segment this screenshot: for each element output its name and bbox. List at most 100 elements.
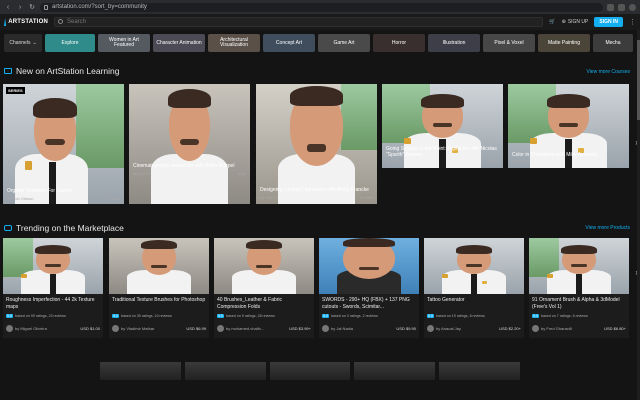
course-duration: 1h 8m	[487, 159, 499, 164]
price: USD $2.20+	[499, 326, 521, 331]
product-footer: by Miguel Oliveira USD $1.00	[6, 325, 100, 332]
channel-strip: Channels ⌄ Explore Women in Art Featured…	[0, 32, 640, 54]
channel-mecha[interactable]: Mecha	[593, 34, 633, 52]
channel-label: Horror	[391, 39, 407, 46]
channel-concept-art[interactable]: Concept Art	[263, 34, 315, 52]
cart-icon[interactable]: 🛒	[549, 19, 555, 25]
channel-explore[interactable]: Explore	[45, 34, 95, 52]
preview-thumbnail[interactable]	[354, 362, 436, 380]
avatar[interactable]	[6, 325, 13, 332]
rating-badge: 5.0	[217, 314, 224, 318]
preview-thumbnail[interactable]	[439, 362, 520, 380]
channels-dropdown[interactable]: Channels ⌄	[4, 34, 42, 52]
product-rating: 5.0 based on 3 ratings, 2 reviews	[322, 314, 416, 318]
lock-icon	[44, 4, 48, 10]
course-card[interactable]: Designing Lasting Characters with Moby F…	[256, 84, 377, 204]
reload-icon[interactable]: ↻	[28, 3, 36, 11]
seller-name[interactable]: by Miguel Oliveira	[15, 326, 78, 331]
logo-text: ARTSTATION	[8, 19, 48, 25]
rating-badge: 5.0	[6, 314, 13, 318]
channel-label: Pixel & Voxel	[494, 39, 524, 46]
course-title: Organic Texturing For Games	[7, 188, 73, 194]
product-card[interactable]: Roughness Imperfection - 44 2k Texture m…	[3, 238, 103, 338]
product-card[interactable]: 40 Brushes_Leather & Fabric Compression …	[214, 238, 314, 338]
search-placeholder: Search	[67, 19, 87, 25]
product-rating: 5.0 based on 39 ratings, 10 reviews	[112, 314, 206, 318]
channel-illustration[interactable]: Illustration	[428, 34, 480, 52]
more-menu-icon[interactable]: ⋮	[629, 18, 636, 26]
product-rating: 5.0 based on 99 ratings, 23 reviews	[6, 314, 100, 318]
extension-icon[interactable]	[607, 3, 614, 11]
course-card[interactable]: Going Straight to the Point: Digital Art…	[382, 84, 503, 168]
course-author: by Rob Gibson	[7, 196, 34, 201]
rating-text: based on 39 ratings, 10 reviews	[121, 314, 172, 318]
product-card[interactable]: Tattoo Generator 5.0 based on 19 ratings,…	[424, 238, 524, 338]
profile-icon[interactable]	[629, 3, 636, 11]
channel-women-in-art[interactable]: Women in Art Featured	[98, 34, 150, 52]
view-more-courses-link[interactable]: View more Courses	[586, 69, 630, 75]
rating-text: based on 7 ratings, 6 reviews	[541, 314, 588, 318]
forward-icon[interactable]: ›	[16, 4, 24, 11]
channel-label: Concept Art	[275, 39, 303, 46]
browser-toolbar: ‹ › ↻ artstation.com/?sort_by=community	[0, 0, 640, 14]
seller-name[interactable]: by Anaual Jay	[436, 326, 497, 331]
product-title: Tattoo Generator	[427, 297, 465, 303]
channel-label: Character Animation	[156, 39, 202, 46]
seller-name[interactable]: by mohamed.vhalib...	[226, 326, 287, 331]
course-duration: 1h 3m	[613, 159, 625, 164]
marketplace-title-text: Trending on the Marketplace	[16, 223, 124, 233]
avatar[interactable]	[112, 325, 119, 332]
extension-icon[interactable]	[618, 3, 625, 11]
product-footer: by Fred Gharavi8 USD $6.80+	[532, 325, 626, 332]
channel-matte-painting[interactable]: Matte Painting	[538, 34, 590, 52]
back-icon[interactable]: ‹	[4, 4, 12, 11]
product-footer: by Vladimir Mathar USD $6.99	[112, 325, 206, 332]
course-card[interactable]: Color in Photoshop with Mike Azevedo by …	[508, 84, 629, 168]
product-card[interactable]: SWORDS - 290+ HQ (FBX) + 137 PNG cutouts…	[319, 238, 419, 338]
product-rating: 5.0 based on 9 ratings, 28 reviews	[217, 314, 311, 318]
course-author: by Gai TV	[133, 171, 151, 176]
channel-horror[interactable]: Horror	[373, 34, 425, 52]
course-title: Color in Photoshop with Mike Azevedo	[512, 152, 598, 158]
avatar[interactable]	[217, 325, 224, 332]
channel-pixel-voxel[interactable]: Pixel & Voxel	[483, 34, 535, 52]
channel-game-art[interactable]: Game Art	[318, 34, 370, 52]
learning-title-text: New on ArtStation Learning	[16, 66, 120, 76]
channel-arch-viz[interactable]: Architectural Visualization	[208, 34, 260, 52]
course-author: by Gai TV	[386, 159, 404, 164]
address-text: artstation.com/?sort_by=community	[52, 3, 147, 10]
preview-thumbnail[interactable]	[184, 362, 266, 380]
rating-badge: 5.0	[112, 314, 119, 318]
preview-thumbnail[interactable]	[100, 362, 181, 380]
seller-name[interactable]: by Vladimir Mathar	[121, 326, 184, 331]
seller-name[interactable]: by Jal Nadia	[331, 326, 394, 331]
rating-badge: 5.0	[322, 314, 329, 318]
signin-label: SIGN IN	[599, 19, 618, 25]
graduation-cap-icon	[4, 68, 12, 74]
product-card[interactable]: Traditional Texture Brushes for Photosho…	[109, 238, 209, 338]
price: USD $6.80+	[604, 326, 626, 331]
artstation-logo[interactable]: ARTSTATION	[4, 18, 48, 26]
channel-label: Game Art	[333, 39, 355, 46]
user-add-icon: ⊕	[561, 19, 566, 25]
product-card[interactable]: 91 Ornament Brush & Alpha & 3dModel (Fre…	[529, 238, 629, 338]
preview-thumbnail[interactable]	[269, 362, 351, 380]
price: USD $6.99	[186, 326, 206, 331]
avatar[interactable]	[322, 325, 329, 332]
view-more-products-link[interactable]: View more Products	[585, 225, 630, 231]
course-card[interactable]: Cinematography as/and Art with Robh Rupp…	[129, 84, 250, 204]
course-duration: 5h 12m	[106, 196, 120, 201]
product-rating: 5.0 based on 19 ratings, 8 reviews	[427, 314, 521, 318]
avatar[interactable]	[532, 325, 539, 332]
signin-button[interactable]: SIGN IN	[594, 17, 623, 27]
product-rating: 5.0 based on 7 ratings, 6 reviews	[532, 314, 626, 318]
signup-button[interactable]: ⊕ SIGN UP	[562, 19, 589, 25]
search-input[interactable]: Search	[54, 17, 544, 27]
address-bar[interactable]: artstation.com/?sort_by=community	[40, 2, 603, 12]
rating-text: based on 3 ratings, 2 reviews	[331, 314, 378, 318]
course-card[interactable]: SERIES Organic Texturing For Games by Ro…	[3, 84, 124, 204]
channel-character-animation[interactable]: Character Animation	[153, 34, 205, 52]
seller-name[interactable]: by Fred Gharavi8	[541, 326, 602, 331]
avatar[interactable]	[427, 325, 434, 332]
channel-label: Illustration	[442, 39, 466, 46]
